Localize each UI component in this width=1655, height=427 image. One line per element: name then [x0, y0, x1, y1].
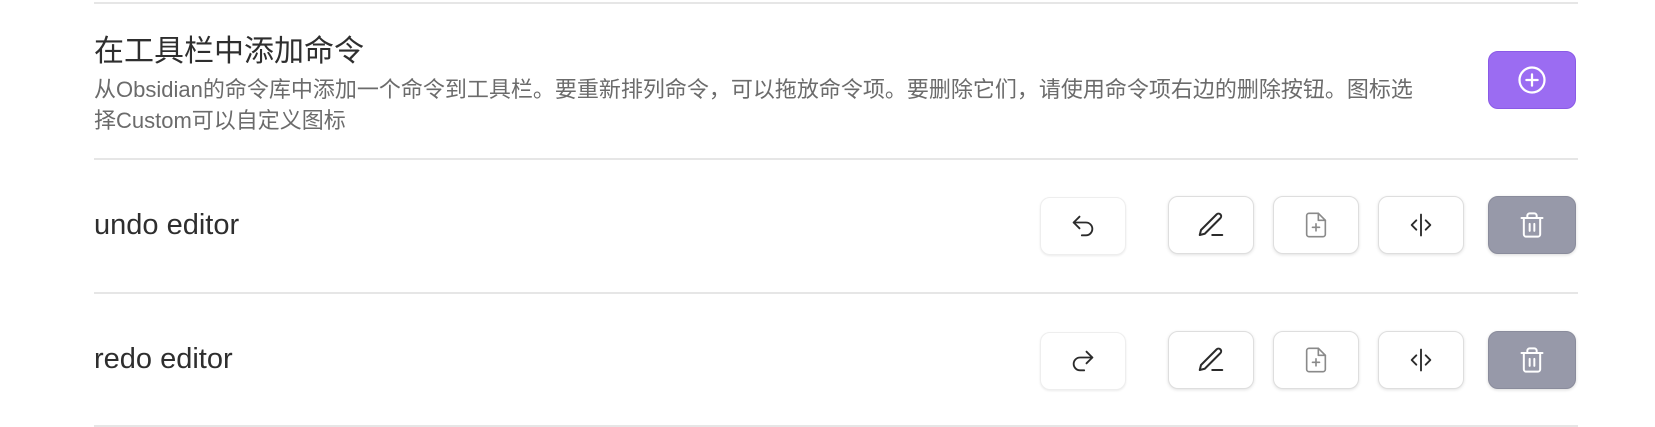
redo-icon [1072, 350, 1094, 372]
split-button[interactable] [1378, 196, 1464, 254]
command-label: redo editor [94, 343, 233, 375]
split-button[interactable] [1378, 331, 1464, 389]
edit-icon [1198, 212, 1224, 236]
row-divider [94, 292, 1578, 294]
file-plus-icon [1305, 212, 1327, 238]
add-to-menu-button[interactable] [1273, 196, 1359, 254]
delete-command-button[interactable] [1488, 331, 1576, 389]
split-icon [1410, 348, 1432, 372]
split-icon [1410, 213, 1432, 237]
command-icon-button[interactable] [1040, 332, 1126, 390]
command-label: undo editor [94, 209, 240, 241]
plus-circle-icon [1518, 66, 1546, 94]
add-command-button[interactable] [1488, 51, 1576, 109]
edit-command-button[interactable] [1168, 196, 1254, 254]
undo-icon [1072, 215, 1094, 237]
trash-icon [1520, 347, 1544, 373]
command-icon-button[interactable] [1040, 197, 1126, 255]
delete-command-button[interactable] [1488, 196, 1576, 254]
edit-command-button[interactable] [1168, 331, 1254, 389]
setting-description: 从Obsidian的命令库中添加一个命令到工具栏。要重新排列命令，可以拖放命令项… [94, 77, 1413, 133]
top-divider [94, 2, 1578, 4]
setting-title: 在工具栏中添加命令 [94, 35, 364, 68]
section-divider [94, 158, 1578, 160]
file-plus-icon [1305, 347, 1327, 373]
trash-icon [1520, 212, 1544, 238]
edit-icon [1198, 347, 1224, 371]
add-to-menu-button[interactable] [1273, 331, 1359, 389]
